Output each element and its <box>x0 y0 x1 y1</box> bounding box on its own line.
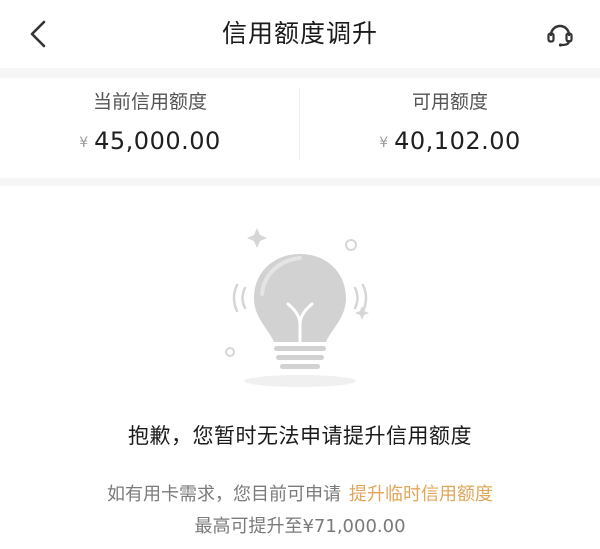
currency-symbol: ¥ <box>79 135 89 151</box>
page-title: 信用额度调升 <box>221 19 378 48</box>
summary-divider <box>299 88 300 160</box>
credit-limit-increase-screen: 信用额度调升 当前信用额度 ¥45,000.00 可用额度 ¥40,102.00 <box>0 0 600 549</box>
headset-icon <box>547 24 573 47</box>
hint-line: 如有用卡需求，您目前可申请 提升临时信用额度 <box>0 480 600 510</box>
lightbulb-icon <box>225 228 369 387</box>
current-credit-limit: 当前信用额度 ¥45,000.00 <box>0 78 300 178</box>
available-limit-amount: ¥40,102.00 <box>300 124 600 161</box>
section-separator <box>0 178 600 186</box>
section-separator <box>0 68 600 78</box>
current-limit-value: 45,000.00 <box>94 127 221 155</box>
current-limit-amount: ¥45,000.00 <box>0 124 300 161</box>
currency-symbol: ¥ <box>379 135 389 151</box>
available-limit-label: 可用额度 <box>411 91 488 113</box>
hint-text: 如有用卡需求，您目前可申请 <box>107 484 341 505</box>
temporary-limit-link[interactable]: 提升临时信用额度 <box>349 484 493 505</box>
customer-service-button[interactable] <box>540 14 580 54</box>
header-bar: 信用额度调升 <box>0 0 600 68</box>
current-limit-label: 当前信用额度 <box>92 91 207 113</box>
status-message: 抱歉，您暂时无法申请提升信用额度 <box>128 424 472 448</box>
available-credit-limit: 可用额度 ¥40,102.00 <box>300 78 600 178</box>
available-limit-value: 40,102.00 <box>394 127 521 155</box>
max-limit-text: 最高可提升至¥71,000.00 <box>194 516 406 537</box>
credit-summary: 当前信用额度 ¥45,000.00 可用额度 ¥40,102.00 <box>0 78 600 178</box>
